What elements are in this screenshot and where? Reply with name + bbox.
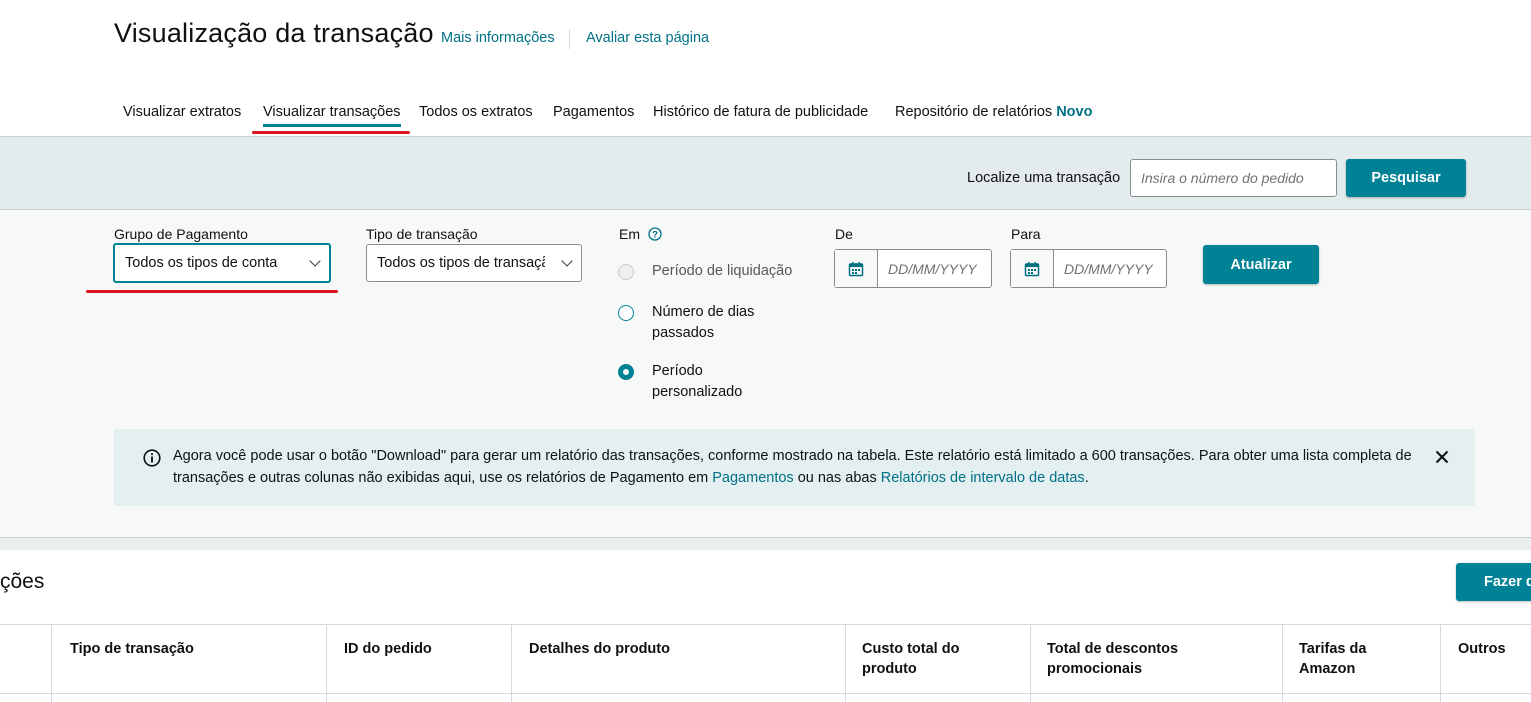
transaction-type-select[interactable]: Todos os tipos de transação (366, 244, 582, 282)
tab-reports-repository-label: Repositório de relatórios (895, 104, 1053, 120)
column-divider (1440, 624, 1441, 702)
column-header-product-details[interactable]: Detalhes do produto (529, 639, 670, 659)
radio-settlement-period[interactable] (618, 264, 634, 280)
tab-all-statements[interactable]: Todos os extratos (419, 104, 533, 120)
more-info-link[interactable]: Mais informações (441, 30, 555, 46)
tab-view-statements[interactable]: Visualizar extratos (123, 104, 241, 120)
column-divider (511, 624, 512, 702)
search-label: Localize uma transação (967, 170, 1121, 186)
from-date-field[interactable]: DD/MM/YYYY (834, 249, 992, 288)
header-divider (569, 29, 570, 49)
tab-reports-repository[interactable]: Repositório de relatórios Novo (895, 104, 1092, 120)
payment-group-select[interactable]: Todos os tipos de conta (113, 243, 331, 283)
to-date-placeholder: DD/MM/YYYY (1064, 260, 1153, 277)
help-icon[interactable]: ? (648, 227, 662, 241)
column-divider (1030, 624, 1031, 702)
tab-payments[interactable]: Pagamentos (553, 104, 634, 120)
radio-days-past[interactable] (618, 305, 634, 321)
column-divider (845, 624, 846, 702)
info-icon (143, 449, 161, 467)
to-label: Para (1011, 226, 1041, 242)
radio-custom-period[interactable] (618, 364, 634, 380)
table-header-top-border (0, 624, 1531, 625)
date-range-reports-link[interactable]: Relatórios de intervalo de datas (881, 470, 1085, 486)
radio-custom-period-label: Período personalizado (652, 363, 743, 400)
annotation-underline-payment-group (86, 290, 338, 293)
to-date-field[interactable]: DD/MM/YYYY (1010, 249, 1167, 288)
table-header-bottom-border (0, 693, 1531, 694)
transaction-type-label: Tipo de transação (366, 226, 478, 242)
order-number-input[interactable]: Insira o número do pedido (1130, 159, 1337, 197)
calendar-icon[interactable] (835, 250, 878, 287)
info-notice: Agora você pode usar o botão "Download" … (114, 429, 1475, 506)
column-divider (326, 624, 327, 702)
column-header-transaction-type[interactable]: Tipo de transação (70, 639, 194, 659)
column-header-other[interactable]: Outros (1458, 639, 1506, 659)
rate-page-link[interactable]: Avaliar esta página (586, 30, 709, 46)
payments-link[interactable]: Pagamentos (712, 470, 793, 486)
column-header-total-product-cost[interactable]: Custo total do produto (862, 639, 959, 679)
tab-advertising-invoice-history[interactable]: Histórico de fatura de publicidade (653, 104, 868, 120)
order-number-placeholder: Insira o número do pedido (1141, 170, 1304, 186)
chevron-down-icon (309, 255, 321, 267)
payment-group-value: Todos os tipos de conta (125, 255, 278, 271)
section-divider (0, 537, 1531, 550)
transactions-section-title: ções (0, 570, 45, 593)
calendar-icon[interactable] (1011, 250, 1054, 287)
from-date-placeholder: DD/MM/YYYY (888, 260, 977, 277)
update-button[interactable]: Atualizar (1203, 245, 1319, 284)
new-badge: Novo (1056, 104, 1093, 120)
annotation-underline-tab (252, 131, 410, 134)
column-divider (1282, 624, 1283, 702)
column-header-order-id[interactable]: ID do pedido (344, 639, 432, 659)
radio-days-past-label: Número de dias passados (652, 304, 755, 341)
column-header-promo-discounts[interactable]: Total de descontos promocionais (1047, 639, 1178, 679)
search-button[interactable]: Pesquisar (1346, 159, 1466, 197)
column-header-amazon-fees[interactable]: Tarifas da Amazon (1299, 639, 1366, 679)
column-divider (51, 624, 52, 702)
from-label: De (835, 226, 853, 242)
svg-text:?: ? (652, 230, 658, 241)
active-tab-indicator (263, 124, 401, 127)
page-title: Visualização da transação (114, 18, 434, 48)
payment-group-label: Grupo de Pagamento (114, 226, 248, 242)
chevron-down-icon (561, 255, 573, 267)
in-label: Em (619, 226, 640, 242)
close-icon[interactable] (1434, 449, 1450, 465)
tab-view-transactions[interactable]: Visualizar transações (263, 104, 401, 120)
download-button[interactable]: Fazer d (1456, 563, 1531, 601)
radio-settlement-period-label: Período de liquidação (652, 263, 793, 279)
transaction-type-value: Todos os tipos de transação (377, 255, 545, 271)
info-notice-text: Agora você pode usar o botão "Download" … (173, 448, 1412, 486)
